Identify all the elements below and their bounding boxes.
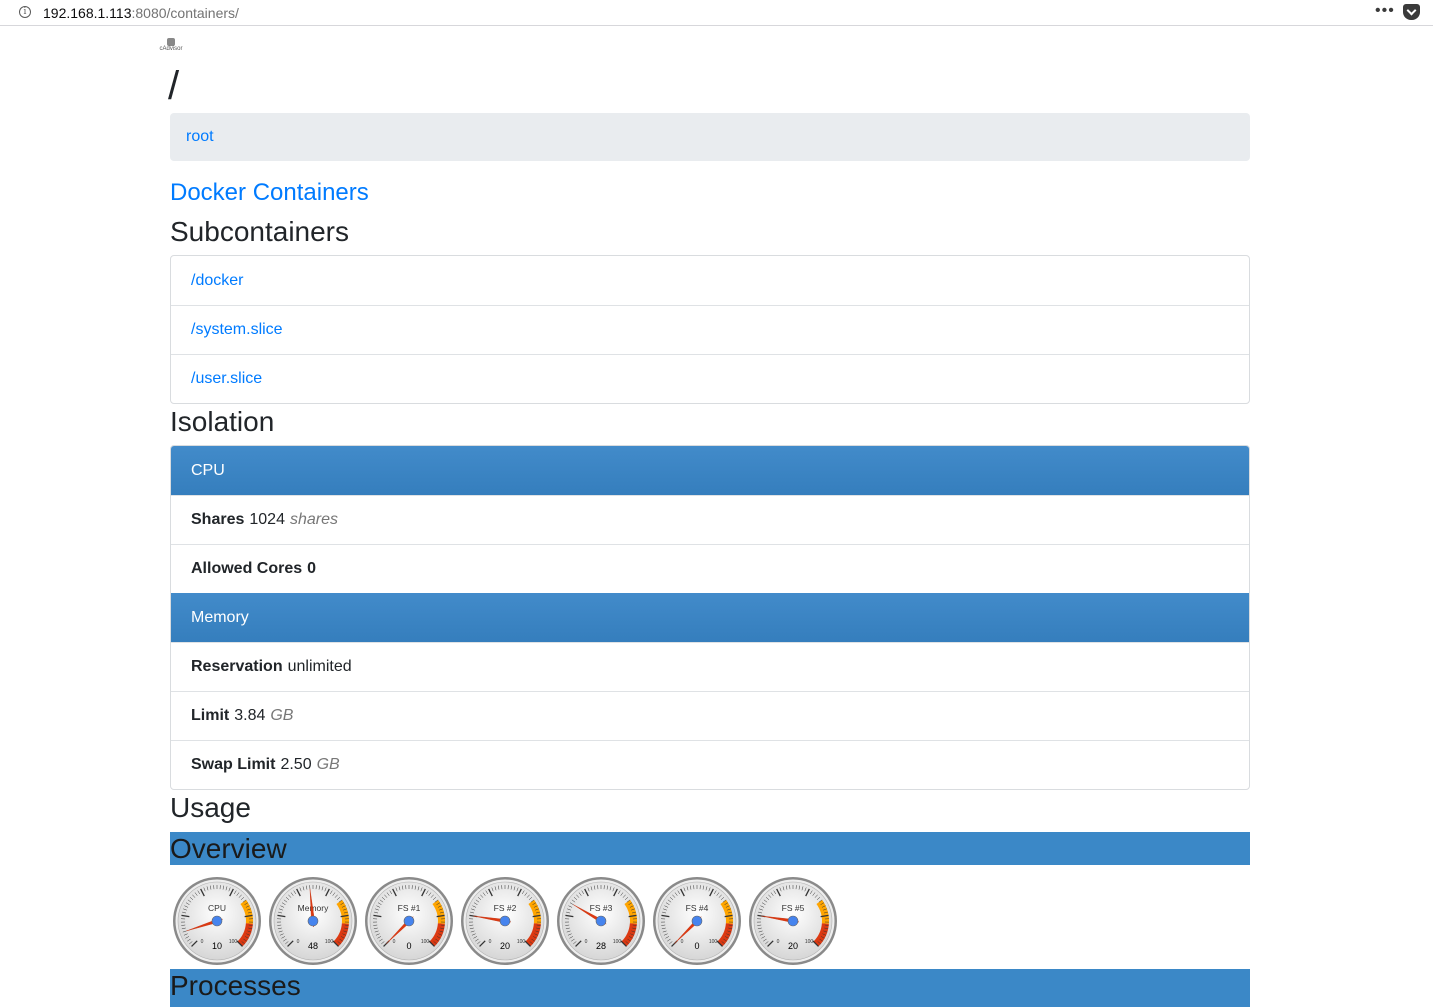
gauge-hub <box>787 915 799 927</box>
cpu-shares-row: Shares 1024 shares <box>171 495 1249 544</box>
gauge-min-label: 0 <box>681 939 684 945</box>
cpu-header: CPU <box>171 446 1249 495</box>
memory-header: Memory <box>171 593 1249 642</box>
allowed-cores-key: Allowed Cores <box>191 560 303 577</box>
gauge-fs-4: 0 100 FS #4 0 <box>653 877 741 965</box>
gauge-min-label: 0 <box>777 939 780 945</box>
gauge-max-label: 100 <box>709 939 718 945</box>
memory-swap-limit-row: Swap Limit 2.50 GB <box>171 740 1249 789</box>
isolation-title: Isolation <box>170 406 275 437</box>
pocket-icon[interactable] <box>1403 4 1420 20</box>
gauge-hub <box>211 915 223 927</box>
gauge-value: 0 <box>694 941 699 951</box>
reservation-value: unlimited <box>287 658 352 675</box>
cpu-shares-unit: shares <box>289 511 338 528</box>
list-item: /user.slice <box>171 354 1249 403</box>
limit-value: 3.84 <box>234 707 266 724</box>
gauge-memory: 0 100Memory48 <box>269 877 357 965</box>
gauge-max-label: 100 <box>805 939 814 945</box>
overview-band: Overview <box>170 832 1250 865</box>
cpu-shares-value: 1024 <box>249 511 285 528</box>
breadcrumb: root <box>170 113 1250 161</box>
list-item: /docker <box>171 256 1249 305</box>
cadvisor-logo[interactable]: cAdvisor <box>155 38 187 53</box>
cpu-allowed-cores-row: Allowed Cores 0 <box>171 544 1249 593</box>
cadvisor-logo-text: cAdvisor <box>159 46 183 52</box>
gauge-value: 20 <box>788 941 798 951</box>
url-field[interactable]: 192.168.1.113:8080/containers/ <box>43 4 239 22</box>
docker-containers-link[interactable]: Docker Containers <box>170 178 369 208</box>
gauge-label: FS #1 <box>398 903 421 913</box>
gauge-value: 48 <box>308 941 318 951</box>
gauge-hub <box>595 915 607 927</box>
gauge-max-label: 100 <box>421 939 430 945</box>
gauges-row: 0 100 CPU 10 0 100 Memory 48 0 100 FS #1 0 0 100 FS… <box>170 873 1250 969</box>
processes-band: Processes <box>170 969 1250 1007</box>
gauge-min-label: 0 <box>489 939 492 945</box>
memory-reservation-row: Reservation unlimited <box>171 642 1249 691</box>
gauge-fs-1: 0 100 FS #1 0 <box>365 877 453 965</box>
gauge-label: FS #2 <box>494 903 517 913</box>
gauge-label: CPU <box>208 903 226 913</box>
gauge-label: FS #5 <box>782 903 805 913</box>
url-host: 192.168.1.113 <box>43 5 132 21</box>
subcontainers-list: /docker /system.slice /user.slice <box>170 255 1250 404</box>
cadvisor-logo-icon <box>167 38 175 46</box>
url-path: :8080/containers/ <box>131 5 239 21</box>
gauge-max-label: 100 <box>325 939 334 945</box>
page-actions-icon[interactable]: ••• <box>1375 2 1395 20</box>
list-item: /system.slice <box>171 305 1249 354</box>
gauge-hub <box>403 915 415 927</box>
gauge-max-label: 100 <box>613 939 622 945</box>
isolation-panel: CPU Shares 1024 shares Allowed Cores 0 M… <box>170 445 1250 790</box>
subcontainer-link-user-slice[interactable]: /user.slice <box>191 370 262 388</box>
gauge-value: 20 <box>500 941 510 951</box>
allowed-cores-value: 0 <box>307 560 317 577</box>
site-info-icon[interactable]: i <box>19 6 31 18</box>
swap-limit-key: Swap Limit <box>191 756 276 773</box>
gauge-min-label: 0 <box>201 939 204 945</box>
gauge-hub <box>307 915 319 927</box>
gauge-min-label: 0 <box>297 939 300 945</box>
usage-title: Usage <box>170 792 251 823</box>
gauge-fs-2: 0 100 FS #2 20 <box>461 877 549 965</box>
gauge-hub <box>691 915 703 927</box>
gauge-max-label: 100 <box>517 939 526 945</box>
breadcrumb-root-link[interactable]: root <box>186 128 214 146</box>
subcontainer-link-docker[interactable]: /docker <box>191 272 243 290</box>
limit-unit: GB <box>270 707 294 724</box>
gauge-min-label: 0 <box>393 939 396 945</box>
gauge-value: 0 <box>406 941 411 951</box>
gauge-min-label: 0 <box>585 939 588 945</box>
cpu-shares-key: Shares <box>191 511 245 528</box>
gauge-fs-5: 0 100 FS #5 20 <box>749 877 837 965</box>
subcontainers-title: Subcontainers <box>170 216 350 247</box>
browser-address-bar: i 192.168.1.113:8080/containers/ ••• <box>0 0 1433 26</box>
gauge-value: 10 <box>212 941 222 951</box>
gauge-label: FS #3 <box>590 903 613 913</box>
gauge-value: 28 <box>596 941 606 951</box>
reservation-key: Reservation <box>191 658 283 675</box>
gauge-hub <box>499 915 511 927</box>
memory-limit-row: Limit 3.84 GB <box>171 691 1249 740</box>
gauge-cpu: 0 100 CPU 10 <box>173 877 261 965</box>
swap-limit-unit: GB <box>316 756 340 773</box>
gauge-max-label: 100 <box>229 939 238 945</box>
limit-key: Limit <box>191 707 230 724</box>
subcontainer-link-system-slice[interactable]: /system.slice <box>191 321 283 339</box>
gauge-label: FS #4 <box>686 903 709 913</box>
swap-limit-value: 2.50 <box>280 756 312 773</box>
page-title: / <box>168 64 180 108</box>
gauge-fs-3: 0 100 FS #3 28 <box>557 877 645 965</box>
